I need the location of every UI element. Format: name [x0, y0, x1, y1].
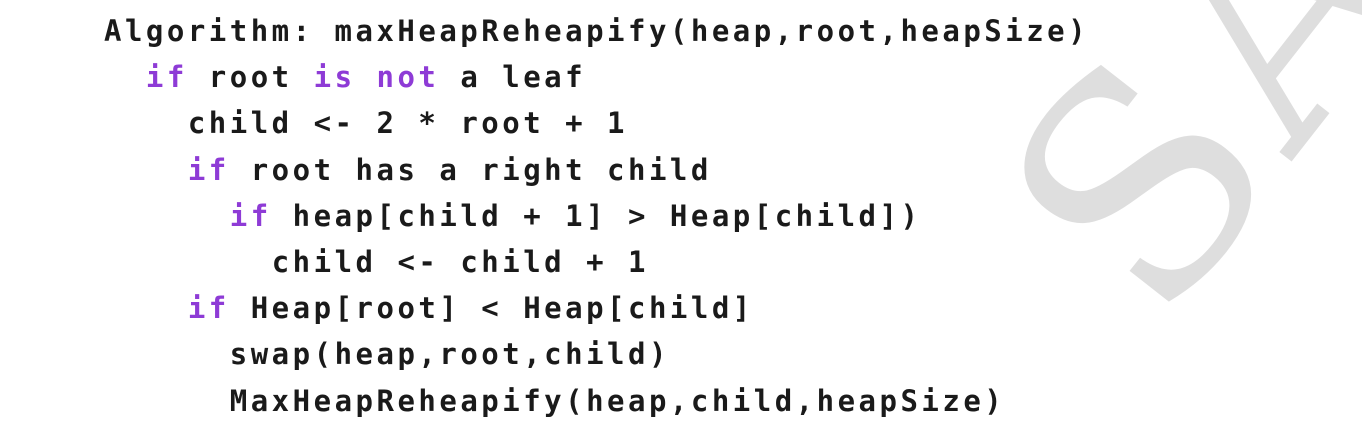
code-text: heap[child + 1] > Heap[child]) — [271, 198, 922, 233]
code-line: if root has a right child — [104, 147, 1089, 193]
code-line: if root is not a leaf — [104, 54, 1089, 100]
code-line: swap(heap,root,child) — [104, 331, 1089, 377]
keyword-token: if — [145, 60, 188, 95]
code-text: swap(heap,root,child) — [229, 337, 670, 372]
code-text: root has a right child — [229, 152, 712, 187]
algorithm-header-line: Algorithm: maxHeapReheapify(heap,root,he… — [104, 8, 1089, 54]
code-line: child <- 2 * root + 1 — [104, 100, 1089, 146]
keyword-token: is not — [313, 60, 440, 95]
code-text: a leaf — [439, 60, 587, 95]
code-text: Algorithm: maxHeapReheapify(heap,root,he… — [104, 14, 1090, 48]
code-line: child <- child + 1 — [104, 239, 1089, 285]
code-line: MaxHeapReheapify(heap,child,heapSize) — [104, 378, 1089, 424]
algorithm-code-block: Algorithm: maxHeapReheapify(heap,root,he… — [104, 8, 1089, 424]
keyword-token: if — [229, 198, 272, 233]
code-text: child <- 2 * root + 1 — [187, 106, 628, 141]
code-text: Heap[root] < Heap[child] — [229, 291, 754, 326]
keyword-token: if — [187, 291, 230, 326]
code-text: MaxHeapReheapify(heap,child,heapSize) — [229, 383, 1006, 418]
keyword-token: if — [187, 152, 230, 187]
code-text: root — [187, 60, 314, 95]
code-line: if Heap[root] < Heap[child] — [104, 285, 1089, 331]
code-line: if heap[child + 1] > Heap[child]) — [104, 193, 1089, 239]
code-text: child <- child + 1 — [271, 244, 649, 279]
